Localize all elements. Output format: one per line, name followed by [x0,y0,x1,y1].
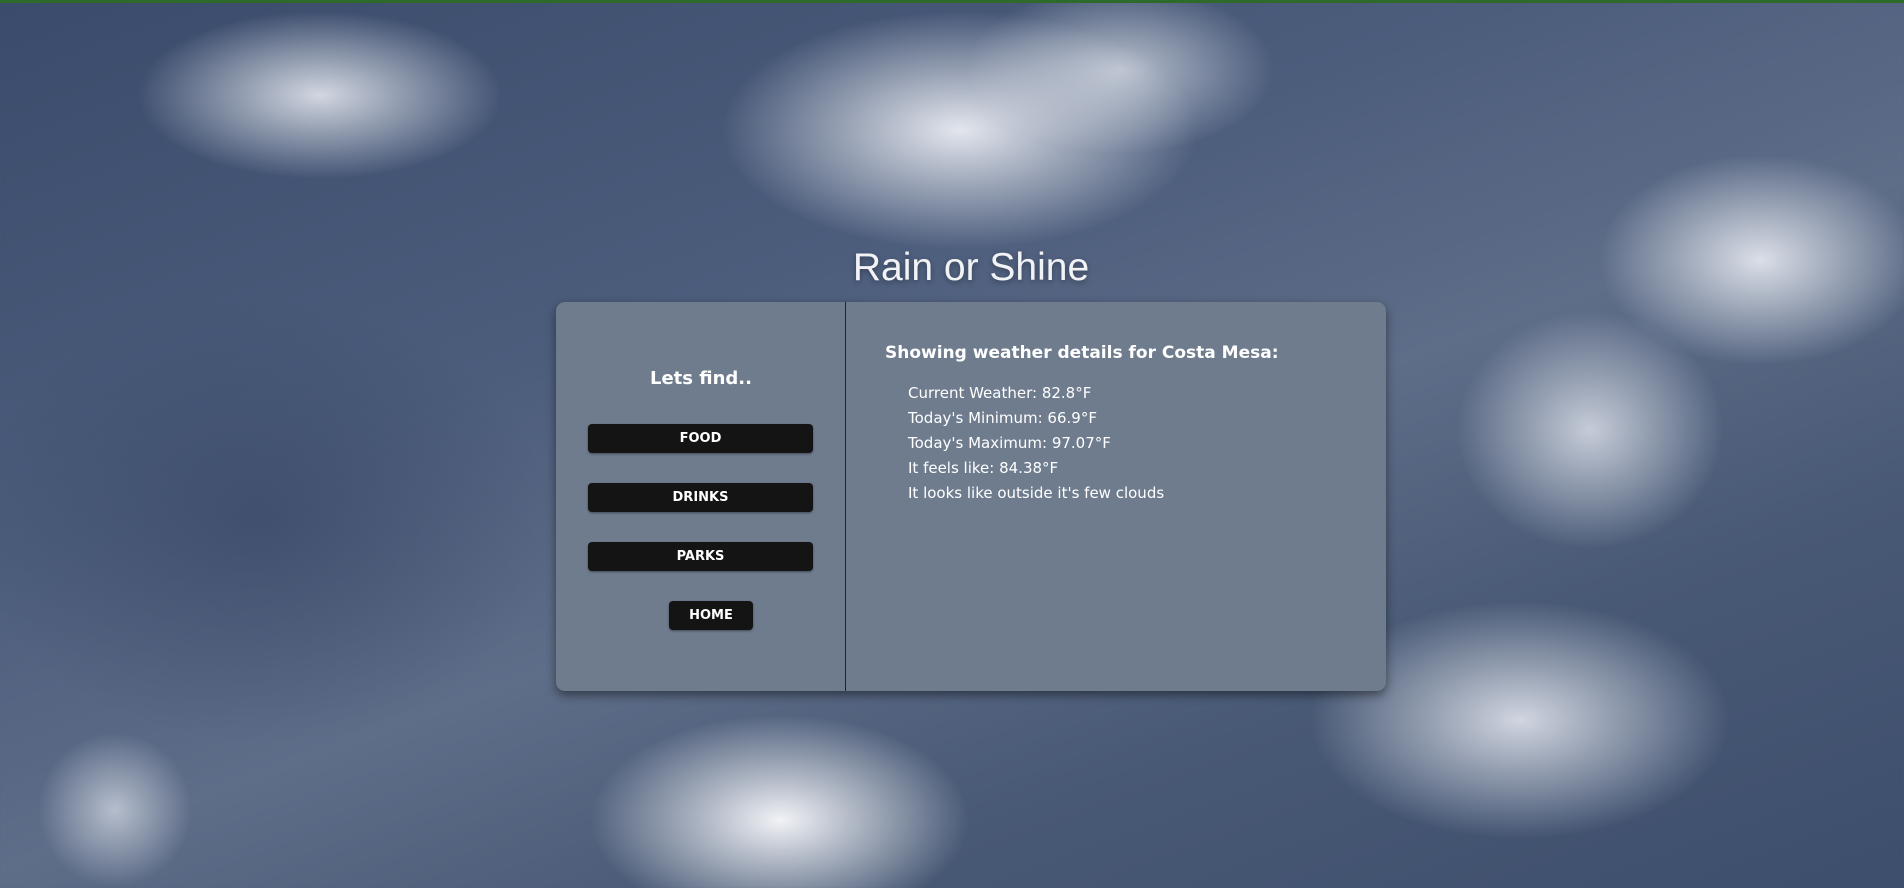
food-button[interactable]: FOOD [588,424,813,453]
weather-heading: Showing weather details for Costa Mesa: [885,343,1279,363]
parks-button[interactable]: PARKS [588,542,813,571]
home-button[interactable]: HOME [669,601,753,630]
feels-like: It feels like: 84.38°F [908,459,1059,477]
weather-details-panel: Showing weather details for Costa Mesa: … [846,302,1386,691]
conditions-description: It looks like outside it's few clouds [908,484,1165,502]
page-title: Rain or Shine [852,246,1090,289]
todays-maximum: Today's Maximum: 97.07°F [908,434,1111,452]
drinks-button[interactable]: DRINKS [588,483,813,512]
main-card: Lets find.. FOOD DRINKS PARKS HOME Showi… [556,302,1386,691]
top-strip [0,0,1904,3]
current-weather: Current Weather: 82.8°F [908,384,1092,402]
lets-find-heading: Lets find.. [650,368,752,389]
weather-details-list: Current Weather: 82.8°F Today's Minimum:… [908,381,1164,506]
search-options-panel: Lets find.. FOOD DRINKS PARKS HOME [556,302,846,691]
todays-minimum: Today's Minimum: 66.9°F [908,409,1097,427]
